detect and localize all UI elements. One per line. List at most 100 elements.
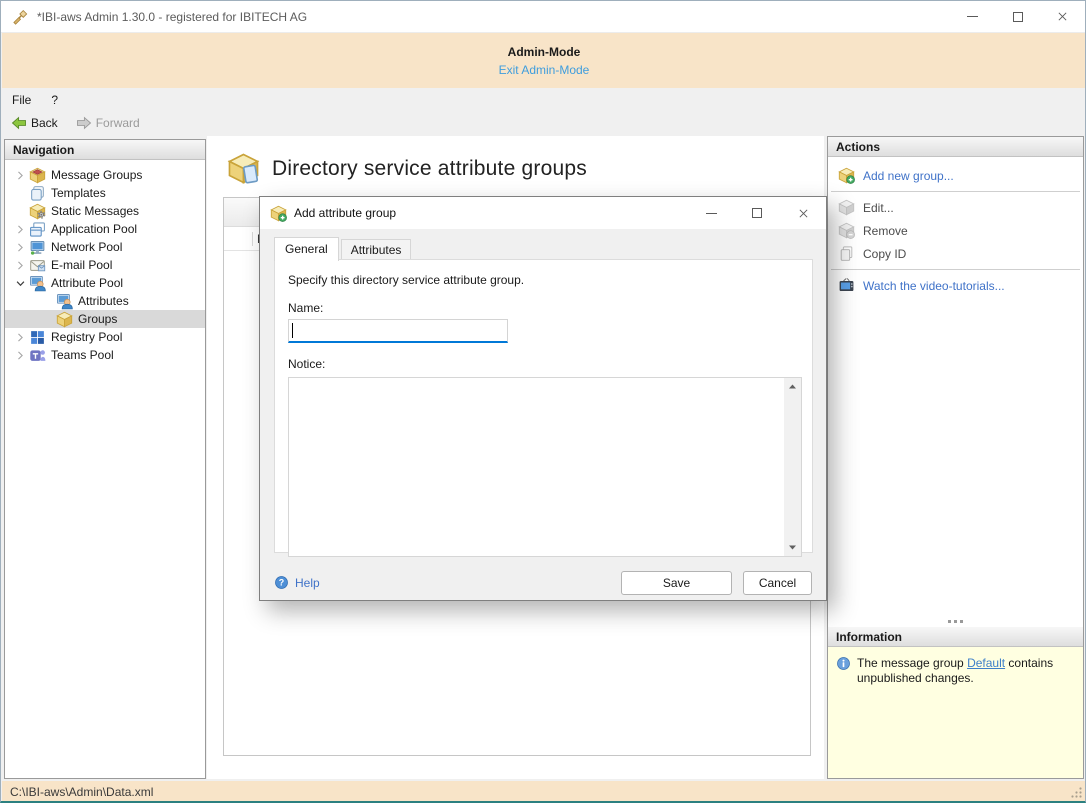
nav-item-label: Application Pool bbox=[51, 222, 137, 236]
nav-item-static-messages[interactable]: Static Messages bbox=[5, 202, 205, 220]
nav-item-application-pool[interactable]: Application Pool bbox=[5, 220, 205, 238]
window-title: *IBI-aws Admin 1.30.0 - registered for I… bbox=[37, 10, 950, 24]
nav-item-groups[interactable]: Groups bbox=[5, 310, 205, 328]
exit-admin-mode-link[interactable]: Exit Admin-Mode bbox=[499, 63, 590, 77]
chevron-right-icon[interactable] bbox=[11, 328, 29, 346]
scroll-up-button[interactable] bbox=[784, 378, 801, 395]
action-copy-id[interactable]: Copy ID bbox=[828, 242, 1083, 265]
forward-arrow-icon bbox=[76, 115, 92, 131]
chevron-right-icon[interactable] bbox=[11, 346, 29, 364]
action-add-new-group[interactable]: Add new group... bbox=[828, 164, 1083, 187]
maximize-icon bbox=[752, 208, 762, 218]
close-button[interactable] bbox=[1040, 1, 1085, 32]
name-input[interactable] bbox=[288, 319, 508, 343]
nav-item-label: Network Pool bbox=[51, 240, 122, 254]
admin-mode-banner: Admin-Mode Exit Admin-Mode bbox=[2, 33, 1086, 88]
panel-splitter-handle[interactable] bbox=[828, 615, 1083, 627]
chevron-right-icon[interactable] bbox=[11, 166, 29, 184]
chevron-spacer bbox=[11, 184, 29, 202]
nav-item-label: Teams Pool bbox=[51, 348, 114, 362]
copy-icon bbox=[838, 245, 855, 262]
actions-header: Actions bbox=[828, 137, 1083, 157]
menu-help[interactable]: ? bbox=[41, 90, 68, 110]
notice-field-label: Notice: bbox=[275, 343, 812, 375]
attribute-pool-icon bbox=[29, 275, 46, 292]
nav-item-registry-pool[interactable]: Registry Pool bbox=[5, 328, 205, 346]
static-messages-icon bbox=[29, 203, 46, 220]
dialog-close-button[interactable] bbox=[780, 197, 826, 229]
window-controls bbox=[950, 1, 1085, 32]
dialog-maximize-button[interactable] bbox=[734, 197, 780, 229]
nav-item-attributes[interactable]: Attributes bbox=[5, 292, 205, 310]
resize-grip[interactable] bbox=[1070, 786, 1083, 799]
help-link[interactable]: Help bbox=[274, 575, 320, 590]
menu-bar: File ? bbox=[2, 88, 1086, 111]
chevron-spacer bbox=[11, 202, 29, 220]
nav-item-teams-pool[interactable]: Teams Pool bbox=[5, 346, 205, 364]
right-panel: Actions Add new group... Edit... Remove … bbox=[827, 136, 1084, 779]
cancel-button[interactable]: Cancel bbox=[743, 571, 812, 595]
save-button[interactable]: Save bbox=[621, 571, 732, 595]
dialog-window-controls bbox=[688, 197, 826, 229]
groups-icon bbox=[56, 311, 73, 328]
panel-spacer bbox=[828, 297, 1083, 615]
nav-item-network-pool[interactable]: Network Pool bbox=[5, 238, 205, 256]
chevron-down-icon[interactable] bbox=[11, 274, 29, 292]
back-button[interactable]: Back bbox=[5, 113, 64, 133]
minimize-icon bbox=[706, 213, 717, 214]
nav-item-email-pool[interactable]: E-mail Pool bbox=[5, 256, 205, 274]
dialog-minimize-button[interactable] bbox=[688, 197, 734, 229]
action-label: Edit... bbox=[863, 201, 894, 215]
chevron-right-icon[interactable] bbox=[11, 238, 29, 256]
maximize-button[interactable] bbox=[995, 1, 1040, 32]
action-edit[interactable]: Edit... bbox=[828, 196, 1083, 219]
action-label: Add new group... bbox=[863, 169, 954, 183]
information-panel: The message group Default contains unpub… bbox=[828, 647, 1083, 778]
triangle-up-icon bbox=[787, 382, 798, 391]
message-groups-icon bbox=[29, 167, 46, 184]
notice-text-region[interactable] bbox=[289, 378, 784, 556]
nav-toolbar: Back Forward bbox=[2, 111, 1086, 135]
nav-item-label: Attribute Pool bbox=[51, 276, 123, 290]
application-pool-icon bbox=[29, 221, 46, 238]
menu-file[interactable]: File bbox=[2, 90, 41, 110]
action-watch-video-tutorials[interactable]: Watch the video-tutorials... bbox=[828, 274, 1083, 297]
back-label: Back bbox=[31, 116, 58, 130]
add-group-icon bbox=[838, 167, 855, 184]
information-header: Information bbox=[828, 627, 1083, 647]
close-icon bbox=[1056, 10, 1069, 23]
scroll-down-button[interactable] bbox=[784, 539, 801, 556]
add-group-icon bbox=[270, 205, 287, 222]
action-label: Watch the video-tutorials... bbox=[863, 279, 1005, 293]
info-text-before: The message group bbox=[857, 656, 967, 670]
actions-separator bbox=[831, 269, 1080, 270]
forward-button[interactable]: Forward bbox=[70, 113, 146, 133]
nav-item-attribute-pool[interactable]: Attribute Pool bbox=[5, 274, 205, 292]
nav-item-label: Attributes bbox=[78, 294, 129, 308]
actions-list: Add new group... Edit... Remove Copy ID … bbox=[828, 157, 1083, 297]
minimize-icon bbox=[967, 16, 978, 17]
nav-item-message-groups[interactable]: Message Groups bbox=[5, 166, 205, 184]
attribute-groups-icon bbox=[227, 152, 260, 185]
chevron-spacer bbox=[38, 292, 56, 310]
app-window: *IBI-aws Admin 1.30.0 - registered for I… bbox=[0, 0, 1086, 803]
notice-scrollbar[interactable] bbox=[784, 378, 801, 556]
name-field-label: Name: bbox=[275, 287, 812, 319]
edit-icon bbox=[838, 199, 855, 216]
chevron-right-icon[interactable] bbox=[11, 220, 29, 238]
dialog-description: Specify this directory service attribute… bbox=[275, 260, 812, 287]
tab-attributes[interactable]: Attributes bbox=[341, 239, 412, 260]
minimize-button[interactable] bbox=[950, 1, 995, 32]
action-remove[interactable]: Remove bbox=[828, 219, 1083, 242]
templates-icon bbox=[29, 185, 46, 202]
nav-item-label: Templates bbox=[51, 186, 106, 200]
app-icon bbox=[12, 8, 29, 25]
maximize-icon bbox=[1013, 12, 1023, 22]
information-message: The message group Default contains unpub… bbox=[857, 656, 1069, 778]
tab-general[interactable]: General bbox=[274, 237, 339, 261]
default-group-link[interactable]: Default bbox=[967, 656, 1005, 670]
nav-item-label: Registry Pool bbox=[51, 330, 122, 344]
notice-textarea[interactable] bbox=[288, 377, 802, 557]
chevron-right-icon[interactable] bbox=[11, 256, 29, 274]
nav-item-templates[interactable]: Templates bbox=[5, 184, 205, 202]
